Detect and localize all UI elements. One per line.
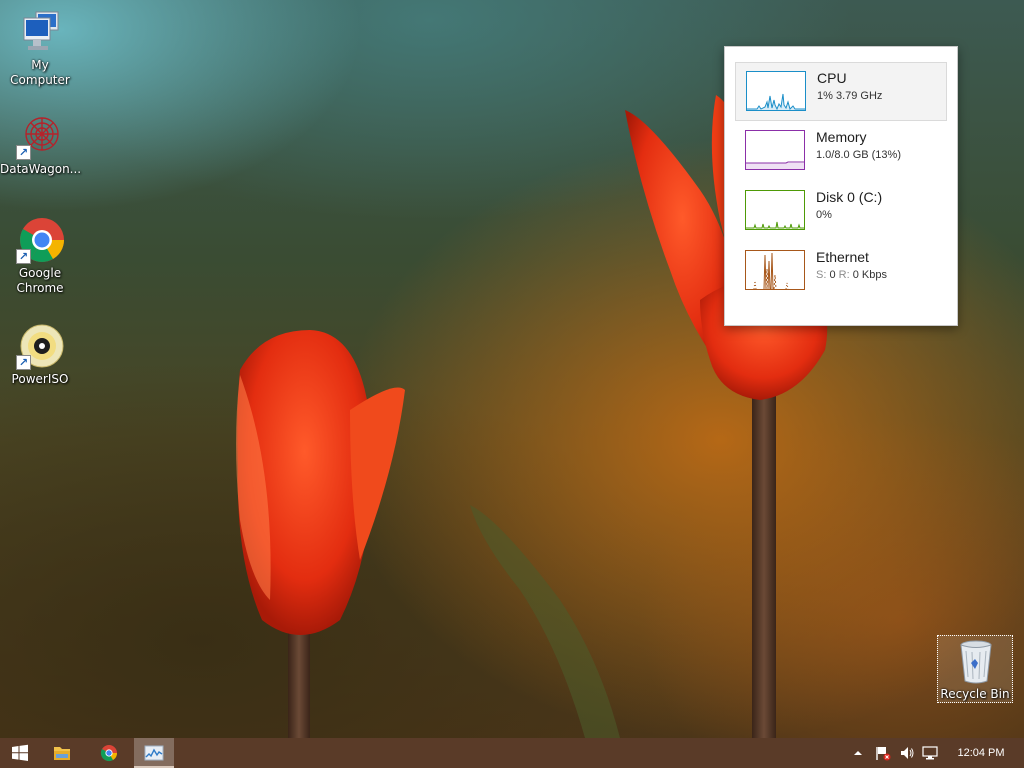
perf-item-value: S: 0 R: 0 Kbps: [816, 269, 887, 281]
shortcut-arrow-icon: ↗: [16, 355, 31, 370]
file-explorer-button[interactable]: [42, 738, 82, 768]
memory-graph: [745, 130, 805, 170]
cpu-graph: [746, 71, 806, 111]
perf-item-name: Ethernet: [816, 249, 869, 265]
receive-label: R:: [838, 269, 850, 281]
task-manager-icon: [144, 745, 164, 761]
network-icon[interactable]: [922, 745, 938, 761]
desktop-icon-label: My Computer: [10, 58, 70, 87]
desktop-icon-my-computer[interactable]: My Computer: [0, 8, 80, 88]
perf-item-name: Disk 0 (C:): [816, 189, 883, 205]
perf-item-disk[interactable]: Disk 0 (C:) 0%: [735, 182, 947, 241]
taskbar: 12:04 PM: [0, 738, 1024, 768]
desktop-icon-google-chrome[interactable]: ↗ Google Chrome: [0, 216, 80, 296]
perf-item-value: 1.0/8.0 GB (13%): [816, 149, 901, 161]
computer-icon: [16, 8, 64, 56]
taskbar-clock[interactable]: 12:04 PM: [948, 738, 1014, 768]
disk-graph: [745, 190, 805, 230]
shortcut-arrow-icon: ↗: [16, 145, 31, 160]
send-label: S:: [816, 269, 827, 281]
action-center-flag-icon[interactable]: [875, 745, 891, 761]
perf-item-name: CPU: [817, 70, 847, 86]
chrome-button[interactable]: [89, 738, 129, 768]
desktop-icon-datawagon[interactable]: ↗ DataWagon...: [0, 112, 82, 177]
chrome-icon: [100, 745, 118, 762]
desktop[interactable]: My Computer ↗ DataWagon... ↗ Google Chro…: [0, 0, 1024, 738]
folder-icon: [54, 747, 70, 760]
task-manager-button[interactable]: [134, 738, 174, 768]
recycle-bin-icon: [956, 639, 996, 685]
chrome-icon: ↗: [16, 216, 64, 264]
desktop-icon-label: PowerISO: [11, 372, 69, 386]
desktop-icon-label: DataWagon...: [0, 162, 82, 176]
desktop-icon-poweriso[interactable]: ↗ PowerISO: [0, 322, 80, 387]
poweriso-icon: ↗: [16, 322, 64, 370]
receive-value: 0 Kbps: [852, 269, 887, 281]
desktop-icon-label: Google Chrome: [16, 266, 64, 295]
perf-item-name: Memory: [816, 129, 867, 145]
speaker-icon[interactable]: [899, 745, 915, 761]
performance-flyout: CPU 1% 3.79 GHz Memory 1.0/8.0 GB (13%) …: [724, 46, 958, 326]
desktop-icon-label: Recycle Bin: [940, 687, 1010, 701]
perf-item-value: 1% 3.79 GHz: [817, 90, 883, 102]
datawagon-icon: ↗: [16, 112, 64, 160]
start-button[interactable]: [0, 738, 40, 768]
windows-logo-icon: [12, 744, 28, 761]
perf-item-cpu[interactable]: CPU 1% 3.79 GHz: [735, 62, 947, 121]
perf-item-value: 0%: [816, 209, 832, 221]
chevron-up-icon[interactable]: [850, 745, 866, 761]
ethernet-graph: [745, 250, 805, 290]
perf-item-ethernet[interactable]: Ethernet S: 0 R: 0 Kbps: [735, 242, 947, 301]
desktop-icon-recycle-bin[interactable]: Recycle Bin: [937, 635, 1013, 703]
shortcut-arrow-icon: ↗: [16, 249, 31, 264]
send-value: 0: [829, 269, 836, 281]
perf-item-memory[interactable]: Memory 1.0/8.0 GB (13%): [735, 122, 947, 181]
